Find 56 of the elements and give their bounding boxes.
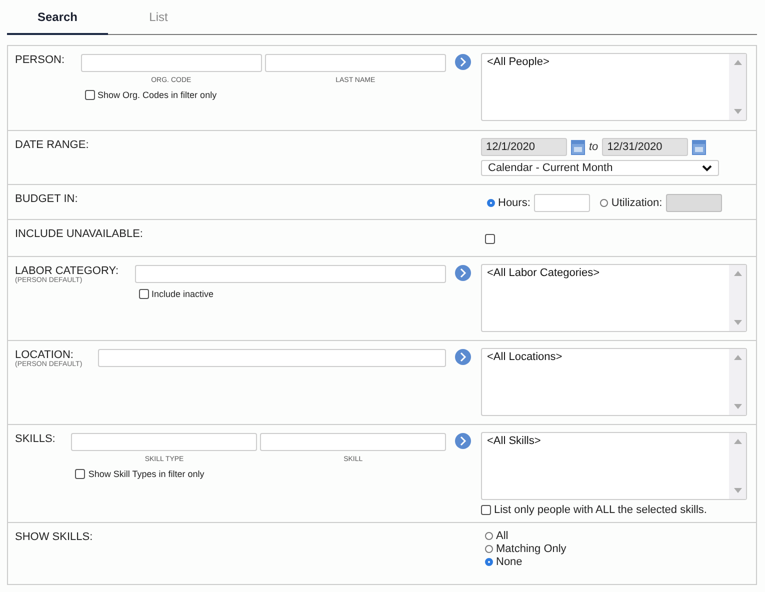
- chevron-right-icon: [459, 436, 468, 446]
- scroll-down-icon[interactable]: [734, 404, 742, 409]
- checkbox-option[interactable]: List only people with ALL the selected skills.: [481, 504, 747, 516]
- end-date-field[interactable]: 12/31/2020: [602, 138, 688, 156]
- scroll-down-icon[interactable]: [734, 109, 742, 114]
- list-box[interactable]: <All Labor Categories>: [481, 264, 747, 332]
- go-button[interactable]: [455, 433, 472, 449]
- field-label: INCLUDE UNAVAILABLE:: [15, 228, 143, 242]
- list-item[interactable]: <All People>: [487, 56, 724, 68]
- scroll-up-icon[interactable]: [734, 60, 742, 65]
- checkbox-option[interactable]: Include inactive: [138, 289, 471, 299]
- field-label: LOCATION:: [15, 349, 74, 361]
- calendar-icon[interactable]: [692, 139, 706, 155]
- radio-option[interactable]: Matching Only: [485, 543, 747, 555]
- list-box[interactable]: <All Skills>: [481, 432, 747, 500]
- chevron-right-icon: [459, 352, 467, 362]
- list-box[interactable]: <All Locations>: [481, 348, 747, 416]
- field-label: DATE RANGE:: [15, 139, 89, 153]
- input-field[interactable]: [264, 54, 446, 72]
- list-item[interactable]: <All Locations>: [487, 351, 724, 363]
- input-field[interactable]: [534, 194, 590, 212]
- input-field[interactable]: [71, 433, 258, 451]
- field-label: PERSON:: [15, 54, 65, 66]
- go-button[interactable]: [455, 265, 471, 281]
- checkbox-option[interactable]: Show Skill Types in filter only: [75, 469, 471, 479]
- tab[interactable]: Search: [7, 0, 108, 35]
- scroll-up-icon[interactable]: [734, 355, 742, 360]
- to-label: to: [589, 141, 598, 153]
- chevron-right-icon: [459, 268, 467, 278]
- chevron-right-icon: [459, 57, 468, 67]
- radio-option[interactable]: None: [485, 556, 747, 568]
- checkbox-option[interactable]: Show Org. Codes in filter only: [84, 90, 471, 100]
- chevron-down-icon: [702, 164, 712, 172]
- checkbox[interactable]: [485, 234, 495, 244]
- list-item[interactable]: <All Labor Categories>: [487, 267, 724, 279]
- field-label: LABOR CATEGORY:: [15, 265, 119, 277]
- go-button[interactable]: [455, 54, 472, 70]
- calendar-icon[interactable]: [571, 139, 585, 155]
- input-field[interactable]: [134, 265, 446, 283]
- scroll-down-icon[interactable]: [734, 488, 742, 493]
- go-button[interactable]: [455, 349, 471, 365]
- scroll-up-icon[interactable]: [734, 439, 742, 444]
- field-label: BUDGET IN:: [15, 193, 78, 207]
- input-field[interactable]: [260, 433, 446, 451]
- radio-option[interactable]: Hours:: [487, 197, 530, 209]
- scroll-up-icon[interactable]: [734, 271, 742, 276]
- radio-option[interactable]: All: [485, 530, 747, 542]
- input-field[interactable]: [80, 54, 262, 72]
- scroll-down-icon[interactable]: [734, 320, 742, 325]
- field-label: SHOW SKILLS:: [15, 531, 93, 545]
- input-field[interactable]: [98, 349, 446, 367]
- range-dropdown[interactable]: Calendar - Current Month: [481, 160, 719, 176]
- start-date-field[interactable]: 12/1/2020: [481, 138, 567, 156]
- list-box[interactable]: <All People>: [481, 53, 747, 121]
- list-item[interactable]: <All Skills>: [487, 435, 724, 447]
- field-label: SKILLS:: [15, 433, 56, 445]
